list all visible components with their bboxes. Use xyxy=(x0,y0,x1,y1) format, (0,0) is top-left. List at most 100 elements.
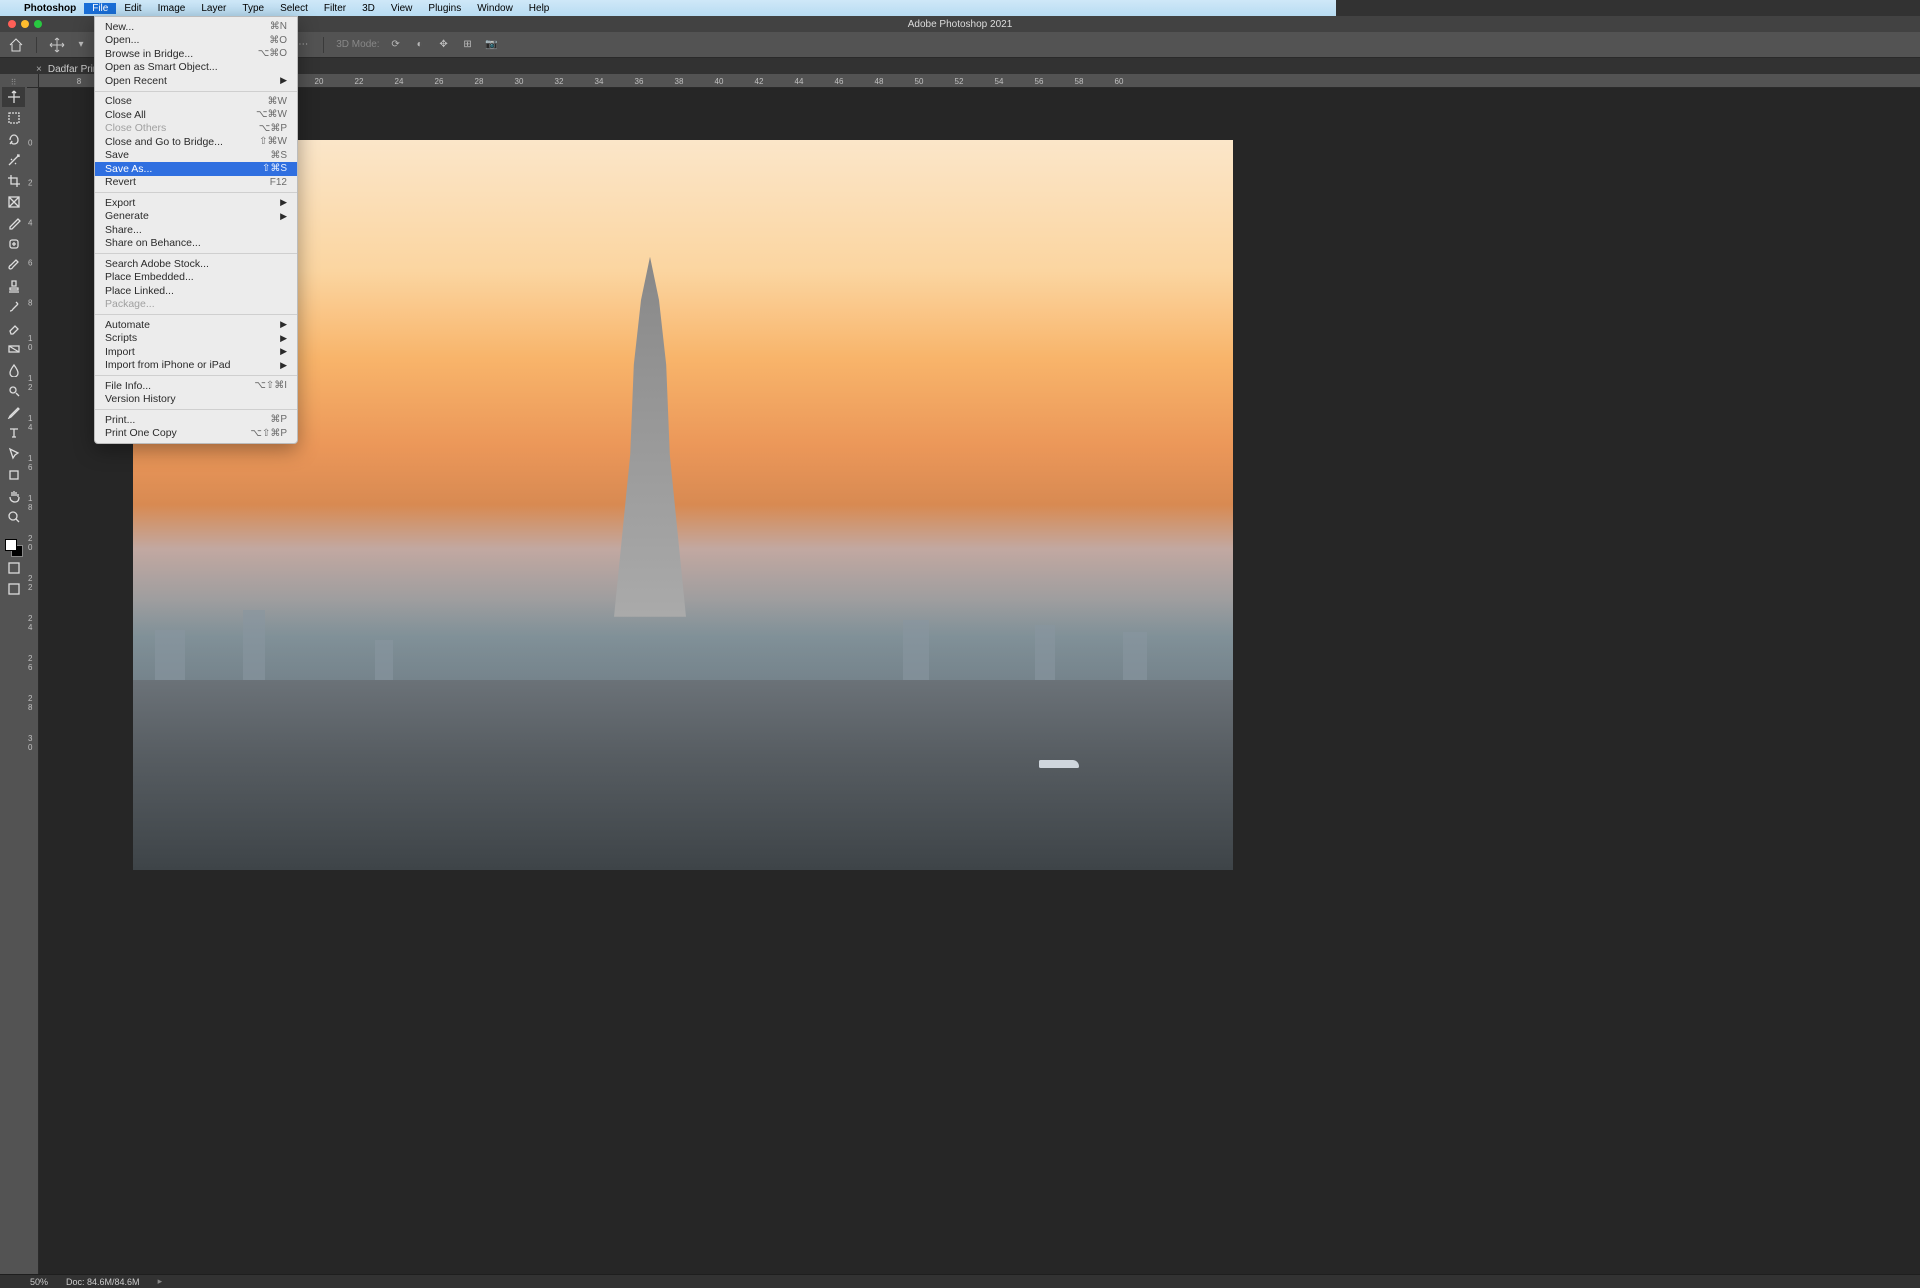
canvas-area: 8101214161820222426283032343638404244464… xyxy=(27,74,1920,1274)
menu-item-generate[interactable]: Generate▶ xyxy=(95,210,297,224)
menu-item-import[interactable]: Import▶ xyxy=(95,345,297,359)
menu-item-version-history[interactable]: Version History xyxy=(95,393,297,407)
menu-item-label: Close All xyxy=(105,109,146,121)
menu-item-place-embedded[interactable]: Place Embedded... xyxy=(95,271,297,285)
menubar-item-window[interactable]: Window xyxy=(469,3,521,14)
type-tool[interactable] xyxy=(2,423,25,443)
menu-item-export[interactable]: Export▶ xyxy=(95,196,297,210)
panel-gripper-icon[interactable]: ⠿ xyxy=(4,78,24,86)
menu-item-open-as-smart-object[interactable]: Open as Smart Object... xyxy=(95,61,297,75)
menubar-app-name[interactable]: Photoshop xyxy=(16,3,84,14)
window-minimize-icon[interactable] xyxy=(21,20,29,28)
status-chevron-icon[interactable]: ▸ xyxy=(158,1276,163,1287)
foreground-color-swatch[interactable] xyxy=(5,539,17,551)
screen-mode-icon[interactable] xyxy=(2,579,25,599)
move-tool-icon[interactable] xyxy=(49,37,65,53)
menubar-item-filter[interactable]: Filter xyxy=(316,3,354,14)
mac-menubar: Photoshop FileEditImageLayerTypeSelectFi… xyxy=(0,0,1336,16)
home-icon[interactable] xyxy=(8,37,24,53)
menu-item-search-adobe-stock[interactable]: Search Adobe Stock... xyxy=(95,257,297,271)
ruler-tick: 50 xyxy=(915,77,924,86)
ruler-tick: 58 xyxy=(1075,77,1084,86)
canvas-viewport[interactable] xyxy=(39,88,1920,1274)
menu-item-automate[interactable]: Automate▶ xyxy=(95,318,297,332)
menu-item-share-on-behance[interactable]: Share on Behance... xyxy=(95,237,297,251)
menubar-item-image[interactable]: Image xyxy=(150,3,194,14)
window-close-icon[interactable] xyxy=(8,20,16,28)
menubar-item-plugins[interactable]: Plugins xyxy=(420,3,469,14)
menu-item-print[interactable]: Print...⌘P xyxy=(95,413,297,427)
marquee-tool[interactable] xyxy=(2,108,25,128)
3d-pan-icon[interactable]: ✥ xyxy=(436,37,452,53)
color-swatches[interactable] xyxy=(5,539,23,557)
3d-roll-icon[interactable]: ◐ xyxy=(412,37,428,53)
gradient-tool[interactable] xyxy=(2,339,25,359)
3d-zoom-camera-icon[interactable]: 📷 xyxy=(484,37,500,53)
ruler-tick: 2 2 xyxy=(28,574,32,592)
crop-tool[interactable] xyxy=(2,171,25,191)
vertical-ruler[interactable]: 024681 01 21 41 61 82 02 22 42 62 83 0 xyxy=(27,88,39,1274)
menu-item-save-as[interactable]: Save As...⇧⌘S xyxy=(95,162,297,176)
menubar-item-file[interactable]: File xyxy=(84,3,116,14)
menubar-item-layer[interactable]: Layer xyxy=(193,3,234,14)
3d-orbit-icon[interactable]: ⟳ xyxy=(388,37,404,53)
menubar-item-select[interactable]: Select xyxy=(272,3,316,14)
horizontal-ruler[interactable]: 8101214161820222426283032343638404244464… xyxy=(39,74,1920,88)
menu-item-close-all[interactable]: Close All⌥⌘W xyxy=(95,108,297,122)
pen-tool[interactable] xyxy=(2,402,25,422)
path-select-tool[interactable] xyxy=(2,444,25,464)
history-brush-tool[interactable] xyxy=(2,297,25,317)
menubar-item-help[interactable]: Help xyxy=(521,3,558,14)
menu-item-import-from-iphone-or-ipad[interactable]: Import from iPhone or iPad▶ xyxy=(95,359,297,373)
menu-divider xyxy=(95,253,297,254)
chevron-down-icon[interactable]: ▾ xyxy=(73,37,89,53)
eraser-tool[interactable] xyxy=(2,318,25,338)
brush-tool[interactable] xyxy=(2,255,25,275)
frame-tool[interactable] xyxy=(2,192,25,212)
close-icon[interactable]: × xyxy=(36,64,42,75)
menu-item-close-and-go-to-bridge[interactable]: Close and Go to Bridge...⇧⌘W xyxy=(95,135,297,149)
heal-tool[interactable] xyxy=(2,234,25,254)
submenu-arrow-icon: ▶ xyxy=(280,360,287,371)
menu-item-close[interactable]: Close⌘W xyxy=(95,95,297,109)
menu-item-label: Close and Go to Bridge... xyxy=(105,136,223,148)
quick-mask-icon[interactable] xyxy=(2,558,25,578)
menubar-item-3d[interactable]: 3D xyxy=(354,3,383,14)
zoom-tool[interactable] xyxy=(2,507,25,527)
wand-tool[interactable] xyxy=(2,150,25,170)
menubar-item-type[interactable]: Type xyxy=(234,3,272,14)
lasso-tool[interactable] xyxy=(2,129,25,149)
hand-tool[interactable] xyxy=(2,486,25,506)
document-image[interactable] xyxy=(133,140,1233,870)
ruler-tick: 24 xyxy=(395,77,404,86)
menu-item-save[interactable]: Save⌘S xyxy=(95,149,297,163)
menu-item-place-linked[interactable]: Place Linked... xyxy=(95,284,297,298)
blur-tool[interactable] xyxy=(2,360,25,380)
3d-slide-icon[interactable]: ⊞ xyxy=(460,37,476,53)
menu-item-open-recent[interactable]: Open Recent▶ xyxy=(95,74,297,88)
menu-item-open[interactable]: Open...⌘O xyxy=(95,34,297,48)
menu-item-label: Package... xyxy=(105,298,155,310)
menubar-item-view[interactable]: View xyxy=(383,3,421,14)
menu-item-print-one-copy[interactable]: Print One Copy⌥⇧⌘P xyxy=(95,427,297,441)
menu-item-label: Share on Behance... xyxy=(105,237,201,249)
rectangle-tool[interactable] xyxy=(2,465,25,485)
file-menu-dropdown[interactable]: New...⌘NOpen...⌘OBrowse in Bridge...⌥⌘OO… xyxy=(94,16,298,444)
window-zoom-icon[interactable] xyxy=(34,20,42,28)
menu-item-browse-in-bridge[interactable]: Browse in Bridge...⌥⌘O xyxy=(95,47,297,61)
menu-item-new[interactable]: New...⌘N xyxy=(95,20,297,34)
move-tool[interactable] xyxy=(2,87,25,107)
menu-item-file-info[interactable]: File Info...⌥⇧⌘I xyxy=(95,379,297,393)
menu-item-scripts[interactable]: Scripts▶ xyxy=(95,332,297,346)
menubar-item-edit[interactable]: Edit xyxy=(116,3,149,14)
eyedropper-tool[interactable] xyxy=(2,213,25,233)
ruler-corner[interactable] xyxy=(27,74,39,88)
stamp-tool[interactable] xyxy=(2,276,25,296)
menu-item-label: Print One Copy xyxy=(105,427,177,439)
zoom-level[interactable]: 50% xyxy=(30,1277,48,1287)
doc-size[interactable]: Doc: 84.6M/84.6M xyxy=(66,1277,140,1287)
menu-item-share[interactable]: Share... xyxy=(95,223,297,237)
menu-item-revert[interactable]: RevertF12 xyxy=(95,176,297,190)
menu-item-package: Package... xyxy=(95,298,297,312)
dodge-tool[interactable] xyxy=(2,381,25,401)
